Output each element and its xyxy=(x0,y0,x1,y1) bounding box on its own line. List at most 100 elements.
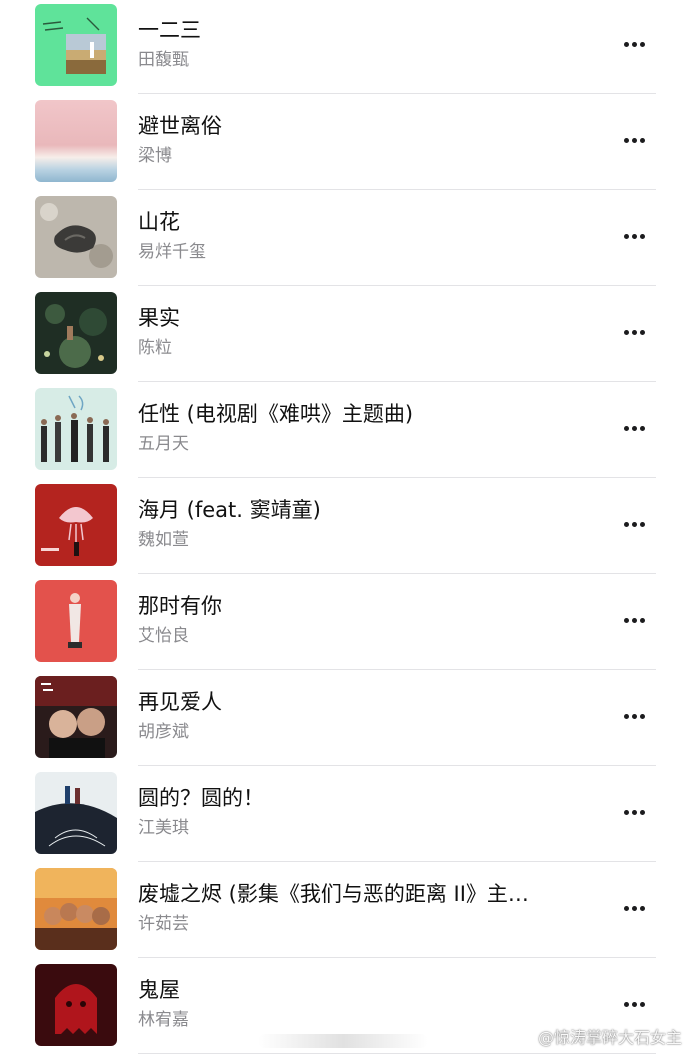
song-row[interactable]: 避世离俗 梁博 xyxy=(0,94,690,190)
ellipsis-icon xyxy=(623,617,629,623)
more-options-button[interactable] xyxy=(618,990,650,1018)
song-artist: 陈粒 xyxy=(138,338,172,358)
weibo-watermark: @惊涛掌碎大石女主 xyxy=(537,1028,682,1047)
song-artist: 胡彦斌 xyxy=(138,722,189,742)
more-options-button[interactable] xyxy=(618,894,650,922)
song-row[interactable]: 一二三 田馥甄 xyxy=(0,0,690,94)
ellipsis-icon xyxy=(623,521,629,527)
album-cover[interactable] xyxy=(35,100,117,182)
song-row[interactable]: 那时有你 艾怡良 xyxy=(0,574,690,670)
ellipsis-icon xyxy=(623,905,629,911)
album-art-band-icon xyxy=(35,388,117,470)
song-title: 避世离俗 xyxy=(138,114,222,138)
album-cover[interactable] xyxy=(35,484,117,566)
ellipsis-icon xyxy=(631,713,637,719)
album-art-red-ghost-icon xyxy=(35,964,117,1046)
ellipsis-icon xyxy=(631,233,637,239)
ellipsis-icon xyxy=(639,233,645,239)
song-row[interactable]: 再见爱人 胡彦斌 xyxy=(0,670,690,766)
more-options-button[interactable] xyxy=(618,126,650,154)
ellipsis-icon xyxy=(623,233,629,239)
ellipsis-icon xyxy=(631,41,637,47)
album-cover[interactable] xyxy=(35,4,117,86)
album-cover[interactable] xyxy=(35,388,117,470)
song-artist: 江美琪 xyxy=(138,818,189,838)
album-art-pink-sky-icon xyxy=(35,100,117,182)
song-title: 任性 (电视剧《难哄》主题曲) xyxy=(138,402,414,426)
song-artist: 艾怡良 xyxy=(138,626,189,646)
song-artist: 梁博 xyxy=(138,146,172,166)
ellipsis-icon xyxy=(623,713,629,719)
more-options-button[interactable] xyxy=(618,510,650,538)
more-options-button[interactable] xyxy=(618,318,650,346)
song-title: 山花 xyxy=(138,210,180,234)
ellipsis-icon xyxy=(639,617,645,623)
blurred-text xyxy=(258,1034,428,1048)
ellipsis-icon xyxy=(631,809,637,815)
album-art-green-field-icon xyxy=(35,4,117,86)
ellipsis-icon xyxy=(623,137,629,143)
album-cover[interactable] xyxy=(35,676,117,758)
more-options-button[interactable] xyxy=(618,414,650,442)
song-title: 一二三 xyxy=(138,18,201,42)
album-cover[interactable] xyxy=(35,292,117,374)
ellipsis-icon xyxy=(631,137,637,143)
song-artist: 林宥嘉 xyxy=(138,1010,189,1030)
album-art-red-figure-icon xyxy=(35,580,117,662)
song-artist: 许茹芸 xyxy=(138,914,189,934)
more-options-button[interactable] xyxy=(618,222,650,250)
album-art-group-sunset-icon xyxy=(35,868,117,950)
ellipsis-icon xyxy=(631,521,637,527)
song-artist: 五月天 xyxy=(138,434,189,454)
ellipsis-icon xyxy=(639,137,645,143)
ellipsis-icon xyxy=(639,329,645,335)
more-options-button[interactable] xyxy=(618,798,650,826)
ellipsis-icon xyxy=(639,713,645,719)
ellipsis-icon xyxy=(631,425,637,431)
more-options-button[interactable] xyxy=(618,606,650,634)
song-artist: 田馥甄 xyxy=(138,50,189,70)
ellipsis-icon xyxy=(639,905,645,911)
song-list: 一二三 田馥甄 避世离俗 梁博 山花 易烊千玺 果实 陈粒 任性 (电视剧《难哄… xyxy=(0,0,690,1054)
song-row[interactable]: 海月 (feat. 窦靖童) 魏如萱 xyxy=(0,478,690,574)
song-title: 鬼屋 xyxy=(138,978,180,1002)
song-title: 海月 (feat. 窦靖童) xyxy=(138,498,321,522)
ellipsis-icon xyxy=(631,905,637,911)
ellipsis-icon xyxy=(623,329,629,335)
song-artist: 易烊千玺 xyxy=(138,242,206,262)
song-row[interactable]: 废墟之烬 (影集《我们与恶的距离 II》主… 许茹芸 xyxy=(0,862,690,958)
song-title: 那时有你 xyxy=(138,594,222,618)
song-row[interactable]: 山花 易烊千玺 xyxy=(0,190,690,286)
ellipsis-icon xyxy=(631,329,637,335)
album-art-dark-forest-icon xyxy=(35,292,117,374)
song-title: 废墟之烬 (影集《我们与恶的距离 II》主… xyxy=(138,882,529,906)
ellipsis-icon xyxy=(623,809,629,815)
song-row[interactable]: 任性 (电视剧《难哄》主题曲) 五月天 xyxy=(0,382,690,478)
song-row[interactable]: 圆的？圆的！ 江美琪 xyxy=(0,766,690,862)
song-row[interactable]: 果实 陈粒 xyxy=(0,286,690,382)
album-art-red-jellyfish-icon xyxy=(35,484,117,566)
ellipsis-icon xyxy=(639,521,645,527)
ellipsis-icon xyxy=(623,425,629,431)
album-art-stone-icon xyxy=(35,196,117,278)
album-cover[interactable] xyxy=(35,580,117,662)
song-artist: 魏如萱 xyxy=(138,530,189,550)
album-art-spiral-icon xyxy=(35,772,117,854)
song-title: 再见爱人 xyxy=(138,690,222,714)
album-cover[interactable] xyxy=(35,964,117,1046)
ellipsis-icon xyxy=(639,1001,645,1007)
album-cover[interactable] xyxy=(35,196,117,278)
song-title: 圆的？圆的！ xyxy=(138,786,264,810)
ellipsis-icon xyxy=(639,425,645,431)
ellipsis-icon xyxy=(639,809,645,815)
ellipsis-icon xyxy=(639,41,645,47)
more-options-button[interactable] xyxy=(618,30,650,58)
ellipsis-icon xyxy=(623,1001,629,1007)
album-cover[interactable] xyxy=(35,868,117,950)
song-title: 果实 xyxy=(138,306,180,330)
ellipsis-icon xyxy=(631,617,637,623)
more-options-button[interactable] xyxy=(618,702,650,730)
album-cover[interactable] xyxy=(35,772,117,854)
ellipsis-icon xyxy=(631,1001,637,1007)
album-art-two-portraits-icon xyxy=(35,676,117,758)
